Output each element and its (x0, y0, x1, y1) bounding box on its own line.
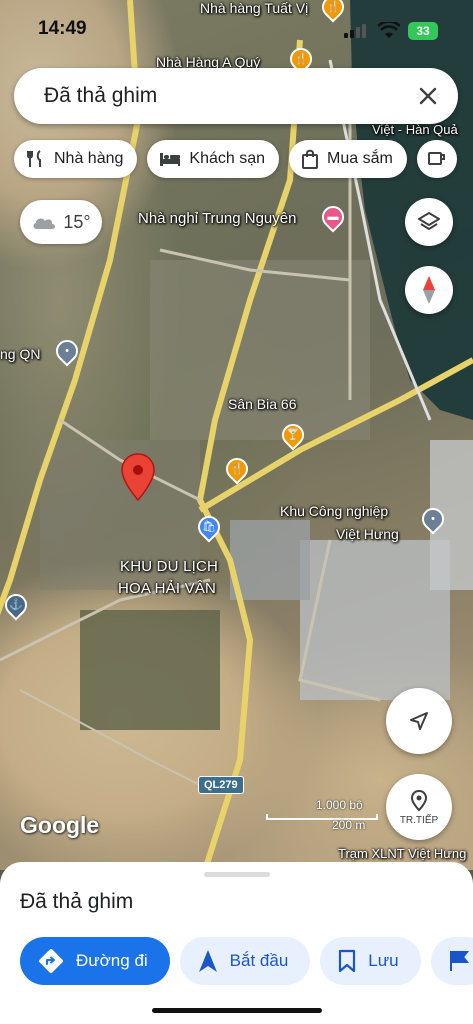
category-chips: Nhà hàng Khách sạn Mua sắm (14, 140, 457, 178)
chip-label: Nhà hàng (54, 150, 124, 167)
chip-coffee[interactable] (416, 140, 457, 178)
scale-bottom-label: 200 m (332, 818, 366, 832)
area-label-khu-du-lich: KHU DU LỊCH (120, 558, 219, 575)
directions-button[interactable]: Đường đi (20, 937, 170, 985)
poi-label-viet-han: Việt - Hàn Quả (372, 122, 458, 137)
poi-label-nha-nghi[interactable]: Nhà nghỉ Trung Nguyên (138, 210, 296, 227)
urban-area (150, 260, 370, 440)
sheet-drag-handle[interactable] (204, 872, 270, 877)
chip-restaurants[interactable]: Nhà hàng (14, 140, 138, 178)
status-time: 14:49 (38, 18, 87, 39)
chip-label: Mua sắm (327, 150, 393, 167)
chip-shopping[interactable]: Mua sắm (289, 140, 407, 178)
navigation-arrow-icon (198, 950, 217, 972)
weather-temperature: 15° (63, 211, 91, 232)
poi-label-tram[interactable]: Trạm XLNT Việt Hưng (338, 846, 466, 861)
wetland (80, 610, 220, 730)
action-buttons: Đường đi Bắt đầu Lưu (20, 937, 473, 985)
bottom-sheet[interactable]: Đã thả ghim Đường đi Bắt đầu Lưu (0, 862, 473, 1024)
sheet-title: Đã thả ghim (20, 890, 134, 913)
start-label: Bắt đầu (229, 951, 289, 970)
poi-label-cong-qn[interactable]: ng QN (0, 346, 40, 362)
fork-knife-icon (27, 150, 41, 167)
street-view-pin-icon (410, 789, 428, 811)
save-label: Lưu (368, 951, 399, 970)
save-button[interactable]: Lưu (320, 937, 421, 985)
coffee-cup-icon (427, 152, 445, 165)
search-input[interactable]: Đã thả ghim (44, 84, 408, 108)
flag-button[interactable] (430, 937, 473, 985)
poi-label-san-bia[interactable]: Sân Bia 66 (228, 396, 297, 412)
my-location-button[interactable] (386, 688, 452, 754)
close-button[interactable] (408, 76, 448, 116)
area-label-hoa-hai-van: HOA HẢI VÂN (118, 580, 217, 597)
google-logo: Google (20, 812, 100, 838)
industrial-zone (230, 520, 310, 600)
layers-icon (418, 212, 440, 230)
battery-indicator: 33 (408, 22, 438, 40)
weather-badge[interactable]: 15° (20, 200, 102, 244)
home-indicator (152, 1008, 322, 1013)
location-arrow-icon (410, 712, 428, 730)
chip-label: Khách sạn (189, 150, 265, 167)
road-shield-ql279: QL279 (198, 776, 244, 794)
poi-label-viet-hung[interactable]: Việt Hưng (336, 526, 399, 542)
directions-label: Đường đi (76, 951, 148, 970)
compass-button[interactable] (405, 266, 453, 314)
close-icon (419, 87, 437, 105)
flag-icon (449, 951, 469, 971)
directions-icon (39, 949, 63, 973)
bookmark-icon (339, 949, 356, 973)
cloud-icon (33, 218, 56, 229)
compass-icon (423, 276, 435, 304)
chip-hotels[interactable]: Khách sạn (147, 140, 279, 178)
dropped-pin-icon[interactable] (120, 452, 156, 502)
layers-button[interactable] (405, 198, 453, 246)
search-bar[interactable]: Đã thả ghim (14, 68, 458, 124)
shopping-bag-icon (302, 149, 318, 169)
status-bar: 14:49 33 (0, 0, 473, 62)
street-view-button[interactable]: TR.TIẾP (386, 774, 452, 840)
cellular-signal-icon (344, 24, 366, 38)
wifi-icon (378, 22, 400, 38)
scale-top-label: 1.000 bộ (316, 798, 363, 812)
street-view-label: TR.TIẾP (399, 814, 439, 826)
start-button[interactable]: Bắt đầu (179, 937, 311, 985)
bed-icon (160, 153, 181, 166)
map-scale: 1.000 bộ 200 m (266, 798, 378, 832)
industrial-zone (300, 540, 450, 700)
poi-label-khu-cong-nghiep[interactable]: Khu Công nghiệp (280, 503, 388, 519)
